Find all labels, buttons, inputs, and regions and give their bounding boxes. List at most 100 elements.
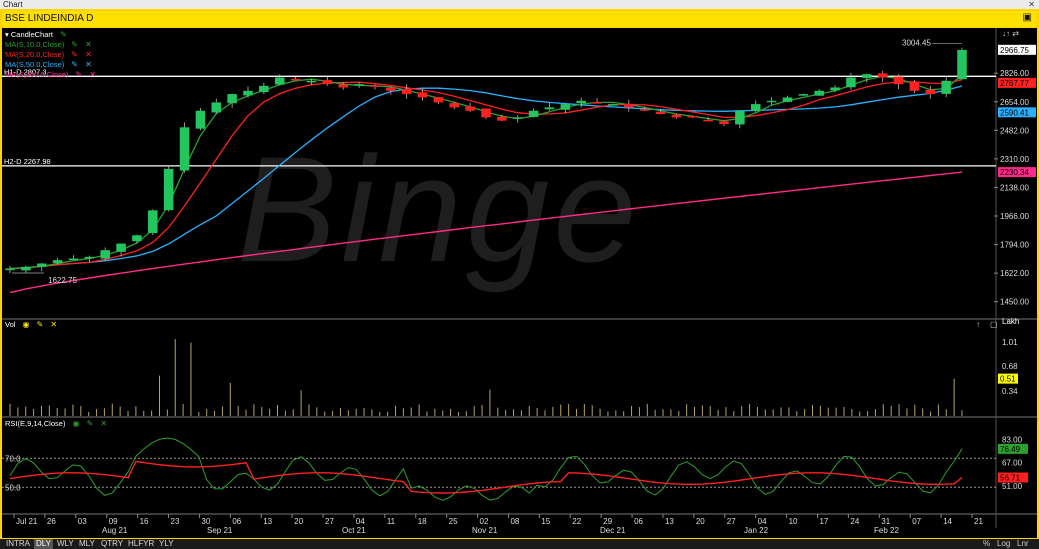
legend-ma10[interactable]: MA(S,10.0,Close) ✎ ✕ [5, 40, 92, 49]
rsi-tag-text: 56.71 [1000, 474, 1021, 483]
edit-icon[interactable]: ✎ [87, 419, 94, 428]
candle [259, 85, 269, 93]
rsi-level-label: 50.0 [5, 483, 21, 492]
vol-tick-label: 0.68 [1002, 362, 1018, 371]
percent-toggle[interactable]: % [983, 539, 990, 549]
x-axis-label: 06 [232, 517, 241, 526]
candle [433, 97, 444, 103]
x-axis-label: 29 [603, 517, 612, 526]
candle [148, 210, 158, 234]
candle [481, 108, 491, 118]
x-axis-label: 14 [943, 517, 952, 526]
symbol-label: BSE LINDEINDIA D [5, 13, 94, 24]
edit-icon[interactable]: ✎ [71, 40, 78, 49]
log-toggle[interactable]: Log [997, 539, 1010, 549]
tf-monthly[interactable]: MLY [79, 539, 95, 549]
legend-label: Vol [5, 320, 16, 329]
legend-ma200[interactable]: MA(S,200.0,Close) ✎ ✕ [5, 70, 96, 79]
candle [639, 109, 650, 111]
expand-icon[interactable]: ▣ [1023, 12, 1032, 23]
y-tick-label: 1794.00 [1000, 241, 1029, 250]
symbol-bar: BSE LINDEINDIA D ▣ [2, 11, 1037, 27]
tf-weekly[interactable]: WLY [57, 539, 74, 549]
h-line-label: H2-D 2267.98 [4, 157, 51, 166]
x-axis-label: 08 [510, 517, 519, 526]
legend-label: MA(S,50.0,Close) [5, 60, 65, 69]
candle [163, 168, 174, 211]
candle [957, 49, 967, 80]
x-axis-label: 04 [356, 517, 365, 526]
candle [179, 127, 190, 171]
candle [370, 85, 380, 87]
tf-daily[interactable]: DLY [34, 539, 53, 549]
edit-icon[interactable]: ✎ [71, 60, 78, 69]
candle [925, 89, 936, 95]
price-tag-text: 2966.75 [1000, 46, 1029, 55]
window-titlebar: Chart ✕ [0, 0, 1039, 9]
x-axis-label: 20 [294, 517, 303, 526]
x-axis-label: 09 [109, 517, 118, 526]
tf-intra[interactable]: INTRA [6, 539, 30, 549]
eye-icon[interactable]: ◉ [23, 320, 30, 329]
remove-icon[interactable]: ✕ [85, 40, 92, 49]
edit-icon[interactable]: ✎ [71, 50, 78, 59]
y-tick-label: 2138.00 [1000, 183, 1029, 192]
x-axis-label: 15 [541, 517, 550, 526]
remove-icon[interactable]: ✕ [85, 50, 92, 59]
edit-icon[interactable]: ✎ [37, 320, 44, 329]
x-axis-label: 27 [325, 517, 334, 526]
eye-icon[interactable]: ◉ [73, 419, 80, 428]
window-title: Chart [3, 0, 23, 9]
vol-tick-label: 0.34 [1002, 387, 1018, 396]
legend-label: CandleChart [10, 30, 53, 39]
linear-toggle[interactable]: Lnr [1017, 539, 1029, 549]
x-axis-label: 18 [418, 517, 427, 526]
legend-candle[interactable]: ▾ CandleChart ✎ [5, 30, 67, 39]
rsi-tick-label: 83.00 [1002, 435, 1023, 444]
edit-icon[interactable]: ✎ [60, 30, 67, 39]
x-axis-label: 06 [634, 517, 643, 526]
legend-volume[interactable]: Vol ◉ ✎ ✕ [5, 320, 57, 329]
candle [211, 102, 222, 113]
legend-expand-icon[interactable]: ▾ [5, 30, 9, 39]
x-axis-label: 03 [78, 517, 87, 526]
candle [449, 103, 460, 108]
remove-icon[interactable]: ✕ [100, 419, 107, 428]
x-axis-month-label: Sep 21 [207, 526, 233, 535]
x-axis-label: 23 [171, 517, 180, 526]
x-axis-label: 26 [47, 517, 56, 526]
remove-icon[interactable]: ✕ [50, 320, 57, 329]
candle [322, 80, 333, 85]
tf-quarterly[interactable]: QTRY [101, 539, 123, 549]
legend-ma50[interactable]: MA(S,50.0,Close) ✎ ✕ [5, 60, 92, 69]
remove-icon[interactable]: ✕ [89, 70, 96, 79]
candle [703, 119, 713, 122]
remove-icon[interactable]: ✕ [85, 60, 92, 69]
x-axis-label: 21 [974, 517, 983, 526]
close-icon[interactable]: ✕ [1025, 0, 1035, 9]
rsi-tick-label: 67.00 [1002, 459, 1023, 468]
pane-controls-icon: ↓↑ ⇄ [1002, 29, 1019, 38]
x-axis-label: 24 [850, 517, 859, 526]
candle [116, 243, 126, 252]
tf-halfyearly[interactable]: HLFYR [128, 539, 154, 549]
candle [528, 110, 539, 117]
x-axis-label: 13 [665, 517, 674, 526]
tf-yearly[interactable]: YLY [159, 539, 174, 549]
legend-ma20[interactable]: MA(S,20.0,Close) ✎ ✕ [5, 50, 92, 59]
edit-icon[interactable]: ✎ [75, 70, 82, 79]
candle [624, 103, 634, 108]
x-axis-label: 20 [696, 517, 705, 526]
price-tag-text: 2767.77 [1000, 79, 1029, 88]
plot-area[interactable]: Binge 2826.00 2654.00 2482.00 2310.00 2138.0… [2, 28, 1037, 538]
candle [719, 121, 729, 125]
rsi-level-label: 70.0 [5, 454, 21, 463]
legend-rsi[interactable]: RSI(E,9,14,Close) ◉ ✎ ✕ [5, 419, 107, 428]
x-axis-label: 30 [201, 517, 210, 526]
chart-canvas[interactable]: 2826.00 2654.00 2482.00 2310.00 2138.00 1966.… [2, 28, 1037, 538]
candle [655, 111, 666, 115]
x-axis-label: 10 [789, 517, 798, 526]
candle [36, 263, 47, 267]
x-axis-label: 27 [727, 517, 736, 526]
x-axis-label: 02 [480, 517, 489, 526]
